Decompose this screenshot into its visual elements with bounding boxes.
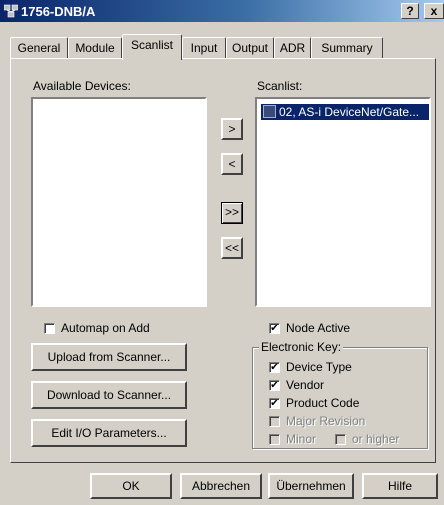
product-code-checkbox[interactable]: ✔ Product Code: [269, 396, 359, 412]
minor-checkbox-box: [269, 434, 280, 446]
remove-device-button[interactable]: <: [221, 153, 243, 175]
upload-from-scanner-button[interactable]: Upload from Scanner...: [31, 343, 187, 371]
tab-output[interactable]: Output: [226, 37, 274, 59]
tab-adr[interactable]: ADR: [274, 37, 311, 59]
tab-input[interactable]: Input: [182, 37, 226, 59]
cancel-button[interactable]: Abbrechen: [180, 473, 262, 499]
tab-general[interactable]: General: [10, 37, 68, 59]
electronic-key-group: Electronic Key: ✔ Device Type ✔ Vendor ✔ Pr…: [252, 340, 428, 449]
title-bar: 1756-DNB/A ? x: [0, 0, 444, 22]
scanlist-label: Scanlist:: [257, 79, 303, 93]
check-icon[interactable]: ✔: [269, 380, 280, 392]
device-icon: [263, 105, 276, 118]
check-icon[interactable]: ✔: [269, 362, 280, 374]
apply-button[interactable]: Übernehmen: [268, 473, 354, 499]
edit-io-parameters-button[interactable]: Edit I/O Parameters...: [31, 419, 187, 447]
major-revision-checkbox: Major Revision: [269, 414, 365, 430]
check-icon[interactable]: ✔: [269, 398, 280, 410]
network-app-icon: [4, 4, 18, 18]
or-higher-checkbox-box: [335, 434, 346, 446]
scanlist-item[interactable]: 02, AS-i DeviceNet/Gate...: [261, 104, 429, 120]
ok-button[interactable]: OK: [90, 473, 172, 499]
window-title: 1756-DNB/A: [21, 4, 96, 19]
tab-module[interactable]: Module: [68, 37, 122, 59]
node-active-checkbox[interactable]: ✔ Node Active: [269, 321, 350, 337]
add-device-button[interactable]: >: [221, 118, 243, 140]
add-all-button[interactable]: >>: [221, 202, 243, 224]
close-button[interactable]: x: [424, 3, 444, 19]
automap-checkbox[interactable]: Automap on Add: [44, 321, 150, 337]
tab-scanlist[interactable]: Scanlist: [122, 34, 182, 60]
device-type-checkbox[interactable]: ✔ Device Type: [269, 360, 352, 376]
help-button[interactable]: Hilfe: [362, 473, 438, 499]
electronic-key-legend: Electronic Key:: [259, 340, 344, 354]
automap-checkbox-box[interactable]: [44, 323, 55, 335]
download-to-scanner-button[interactable]: Download to Scanner...: [31, 381, 187, 409]
scanlist-list[interactable]: 02, AS-i DeviceNet/Gate...: [255, 97, 431, 307]
scanlist-panel: Available Devices: Scanlist: 02, AS-i De…: [10, 58, 436, 463]
remove-all-button[interactable]: <<: [221, 237, 243, 259]
available-devices-label: Available Devices:: [33, 79, 131, 93]
help-title-button[interactable]: ?: [401, 3, 419, 19]
minor-checkbox: Minor: [269, 432, 316, 448]
major-revision-checkbox-box: [269, 416, 280, 428]
vendor-checkbox[interactable]: ✔ Vendor: [269, 378, 324, 394]
available-devices-list[interactable]: [31, 97, 207, 307]
or-higher-checkbox: or higher: [335, 432, 399, 448]
tab-summary[interactable]: Summary: [311, 37, 383, 59]
check-icon[interactable]: ✔: [269, 323, 280, 335]
